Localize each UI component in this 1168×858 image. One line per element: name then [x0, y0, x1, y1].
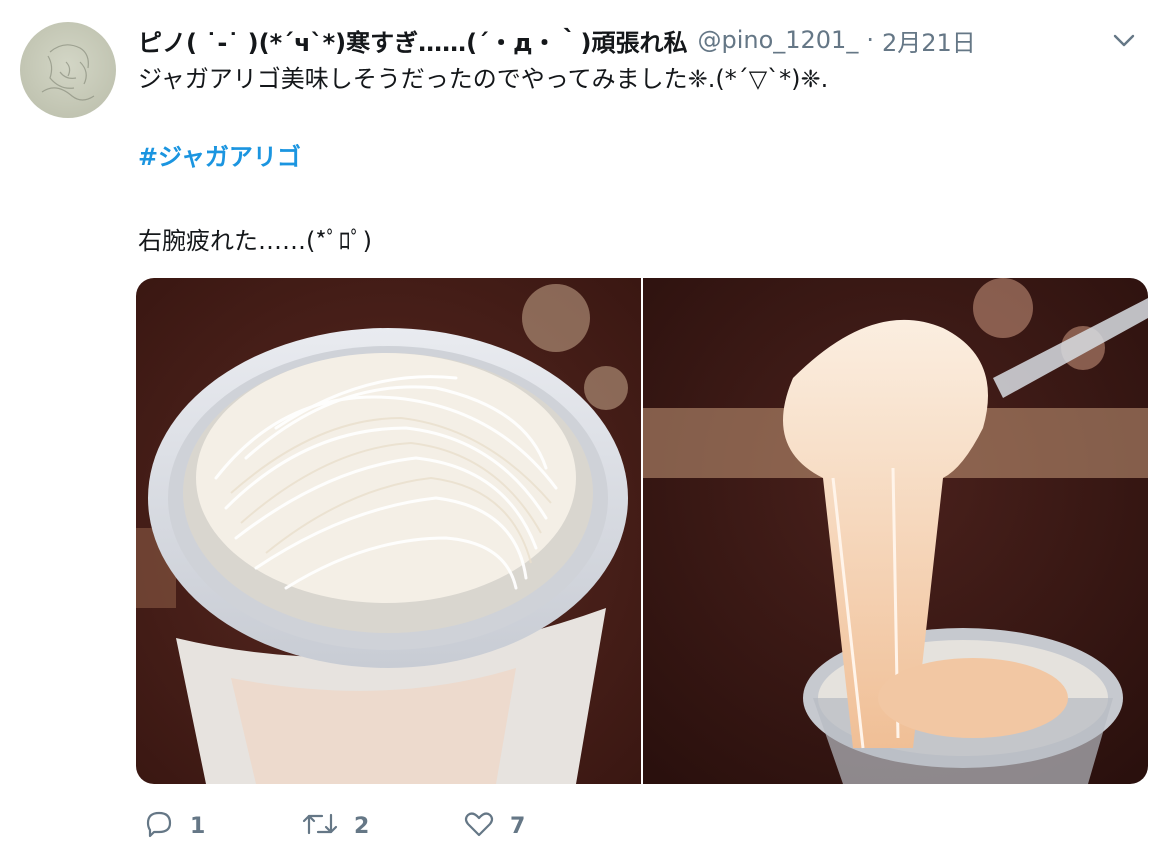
- separator-dot: ·: [866, 26, 874, 54]
- like-count: 7: [510, 813, 526, 839]
- tweet-actions: 1 2 7: [138, 806, 638, 846]
- retweet-button[interactable]: 2: [300, 806, 369, 846]
- tweet-text-line: 右腕疲れた……(*ﾟﾛﾟ): [138, 227, 372, 255]
- retweet-icon: [300, 807, 340, 845]
- user-handle[interactable]: @pino_1201_: [697, 26, 858, 54]
- reply-count: 1: [190, 813, 206, 839]
- hashtag-link[interactable]: #ジャガアリゴ: [138, 140, 1138, 174]
- retweet-count: 2: [354, 813, 370, 839]
- reply-icon: [142, 807, 176, 845]
- reply-button[interactable]: 1: [142, 806, 205, 846]
- photo-cheese-cup[interactable]: [136, 278, 641, 784]
- avatar[interactable]: [20, 22, 116, 118]
- display-name[interactable]: ピノ( ˙-˙ )(*´ч`*)寒すぎ……(´・д・｀)頑張れ私: [138, 23, 687, 58]
- tweet-date[interactable]: 2月21日: [882, 23, 976, 58]
- like-button[interactable]: 7: [462, 806, 525, 846]
- tweet-text-line: ジャガアリゴ美味しそうだったのでやってみました❈.(*´▽`*)❈.: [138, 65, 829, 93]
- like-icon: [462, 807, 496, 845]
- more-caret-icon[interactable]: [1110, 26, 1138, 54]
- tweet: ピノ( ˙-˙ )(*´ч`*)寒すぎ……(´・д・｀)頑張れ私 @pino_1…: [0, 0, 1168, 858]
- photo-aligot-fork[interactable]: [643, 278, 1148, 784]
- media-grid: [136, 278, 1148, 784]
- tweet-header: ピノ( ˙-˙ )(*´ч`*)寒すぎ……(´・д・｀)頑張れ私 @pino_1…: [138, 20, 1118, 60]
